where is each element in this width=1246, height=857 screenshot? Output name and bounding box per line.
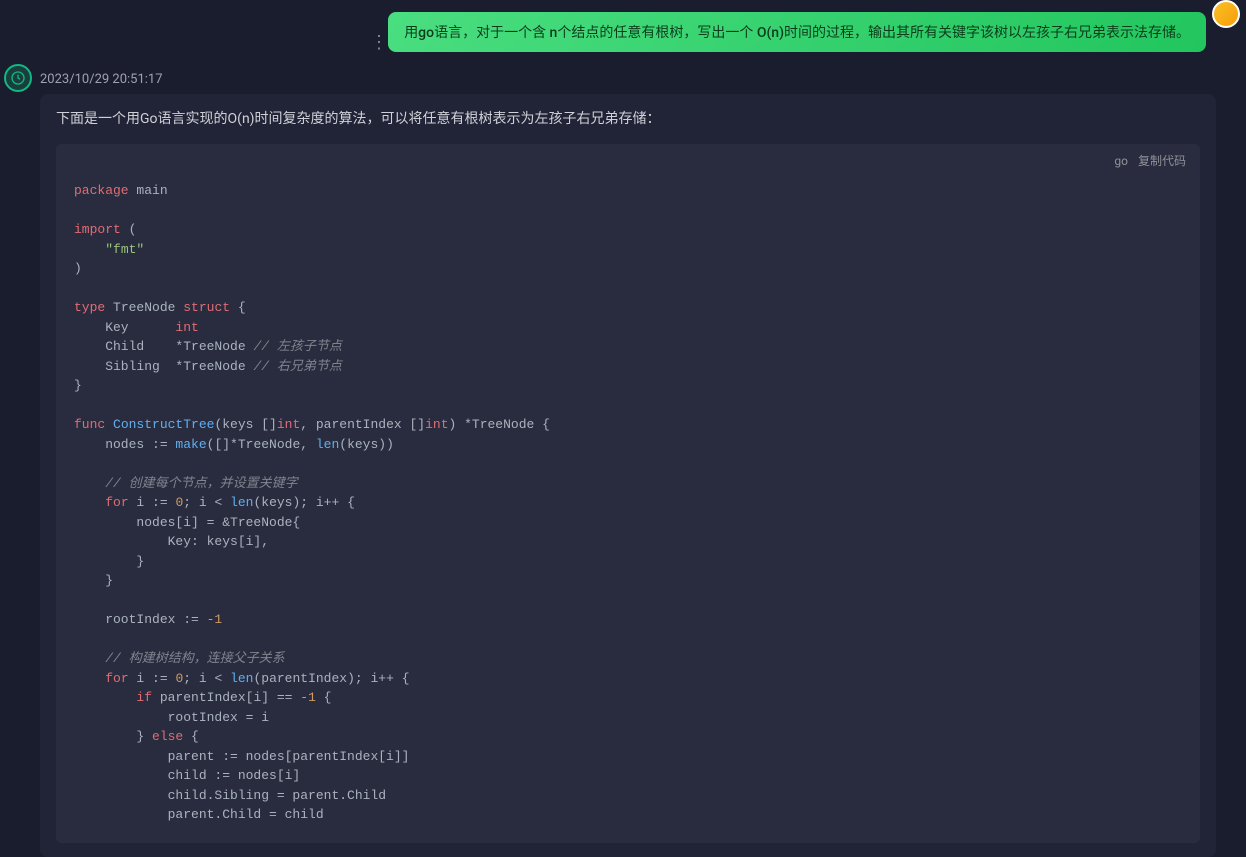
code-block: go 复制代码 package main import ( "fmt" ) ty… xyxy=(56,144,1200,843)
code-header: go 复制代码 xyxy=(56,144,1200,169)
copy-code-button[interactable]: 复制代码 xyxy=(1138,152,1186,169)
user-message-bubble: 用go语言，对于一个含 n个结点的任意有根树，写出一个 O(n)时间的过程，输出… xyxy=(388,12,1206,52)
code-language-label: go xyxy=(1114,154,1128,168)
more-options-icon[interactable]: ⋮ xyxy=(370,32,388,53)
user-avatar xyxy=(1212,0,1240,28)
user-message-text: 用go语言，对于一个含 n个结点的任意有根树，写出一个 O(n)时间的过程，输出… xyxy=(404,25,1190,41)
assistant-message-bubble: 下面是一个用Go语言实现的O(n)时间复杂度的算法，可以将任意有根树表示为左孩子… xyxy=(40,94,1216,857)
code-content: package main import ( "fmt" ) type TreeN… xyxy=(56,169,1200,843)
assistant-intro-text: 下面是一个用Go语言实现的O(n)时间复杂度的算法，可以将任意有根树表示为左孩子… xyxy=(56,108,1200,128)
assistant-avatar xyxy=(4,64,32,92)
message-timestamp: 2023/10/29 20:51:17 xyxy=(40,72,163,87)
